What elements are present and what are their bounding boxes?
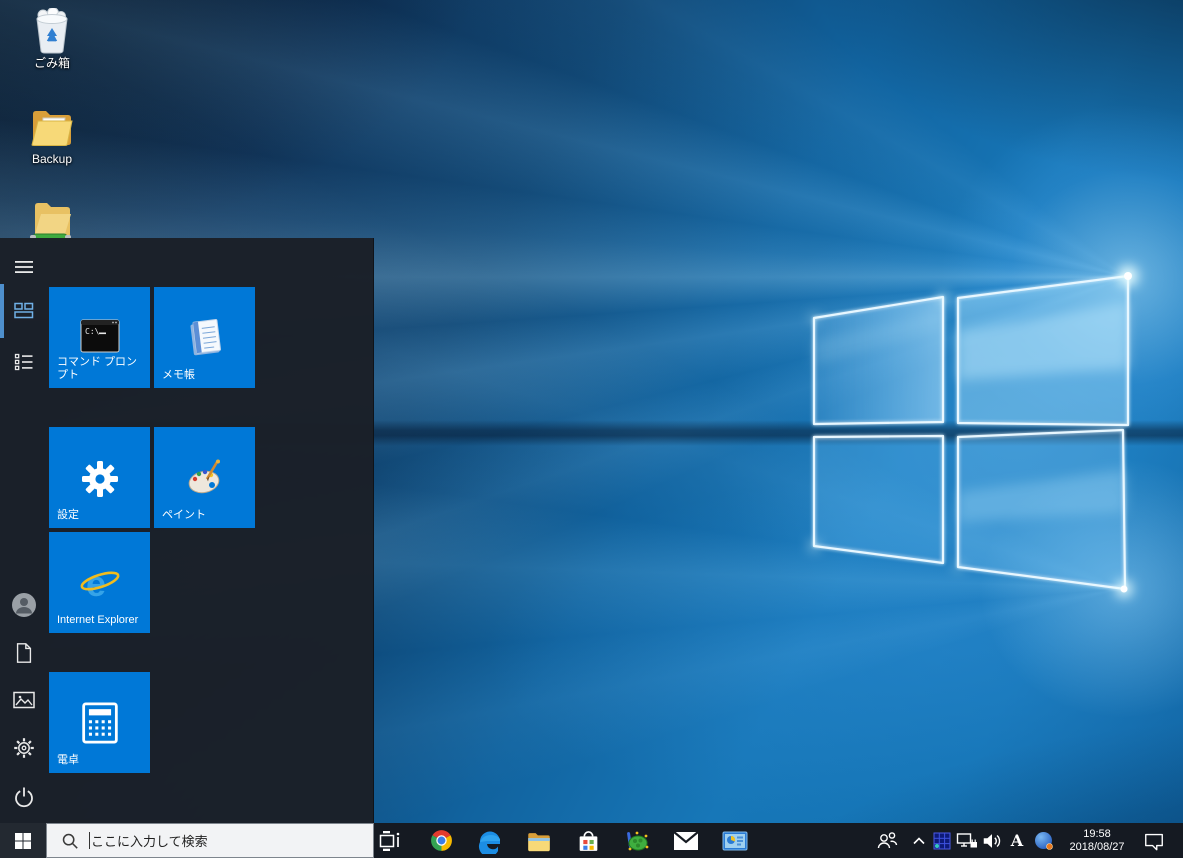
chevron-up-icon: [913, 836, 925, 844]
rail-pinned-tiles-button[interactable]: [6, 292, 42, 328]
tile-label: ペイント: [162, 509, 206, 521]
system-app-button[interactable]: [713, 823, 757, 858]
user-avatar-icon: [12, 593, 36, 617]
search-placeholder: ここに入力して検索: [91, 834, 208, 849]
file-explorer-icon: [528, 832, 550, 851]
desktop-screen: ごみ箱 Backup C:\ コマンド プロンプト メモ帳 設定 ペイント e …: [0, 0, 1183, 858]
rail-settings-button[interactable]: [6, 730, 42, 766]
rail-selected-indicator: [0, 284, 4, 338]
start-button[interactable]: [0, 823, 46, 858]
search-icon: [62, 833, 78, 849]
pinned-tiles-icon: [14, 302, 34, 319]
rail-all-apps-button[interactable]: [6, 344, 42, 380]
settings-gear-icon: [14, 738, 34, 758]
ime-mode-label: A: [1010, 831, 1024, 850]
calculator-icon: [81, 702, 118, 744]
globe-app-tray-button[interactable]: [1030, 823, 1058, 858]
tile-label: 電卓: [57, 754, 79, 766]
power-icon: [15, 787, 33, 808]
desktop-icon-label: ごみ箱: [33, 56, 70, 70]
file-explorer-button[interactable]: [517, 823, 561, 858]
network-icon: [956, 832, 977, 847]
text-caret: [89, 832, 90, 849]
ime-mode-indicator[interactable]: A: [1006, 823, 1028, 858]
tile-paint[interactable]: ペイント: [154, 427, 255, 528]
settings-gear-icon: [81, 461, 118, 497]
action-center-icon: [1145, 833, 1163, 850]
chrome-icon: [430, 830, 452, 851]
command-prompt-icon: C:\: [80, 319, 119, 353]
windows-start-icon: [15, 832, 31, 849]
people-button[interactable]: [873, 823, 901, 858]
desktop-icon-recycle-bin[interactable]: ごみ箱: [14, 8, 90, 70]
start-menu-rail: [0, 238, 48, 823]
mail-icon: [673, 830, 699, 850]
grid-app-tray-button[interactable]: [929, 823, 955, 858]
network-tray-button[interactable]: [954, 823, 980, 858]
rail-documents-button[interactable]: [6, 635, 42, 671]
taskbar-clock[interactable]: 19:58 2018/08/27: [1062, 823, 1132, 858]
turtle-app-button[interactable]: [615, 823, 659, 858]
tile-notepad[interactable]: メモ帳: [154, 287, 255, 388]
tile-label: メモ帳: [162, 369, 195, 381]
speaker-icon: [983, 833, 1001, 848]
rail-power-button[interactable]: [6, 779, 42, 815]
folder-icon: [31, 111, 73, 146]
tile-settings[interactable]: 設定: [49, 427, 150, 528]
start-menu-panel: C:\ コマンド プロンプト メモ帳 設定 ペイント e Internet Ex…: [0, 238, 374, 823]
task-view-button[interactable]: [368, 823, 412, 858]
turtle-app-icon: [627, 831, 649, 850]
tile-calculator[interactable]: 電卓: [49, 672, 150, 773]
rail-user-button[interactable]: [6, 587, 42, 623]
grid-app-icon: [933, 832, 951, 849]
clock-time: 19:58: [1083, 827, 1111, 840]
mail-button[interactable]: [664, 823, 708, 858]
edge-button[interactable]: [468, 823, 512, 858]
svg-text:C:\: C:\: [85, 327, 100, 336]
clock-date: 2018/08/27: [1069, 840, 1125, 853]
tile-command-prompt[interactable]: C:\ コマンド プロンプト: [49, 287, 150, 388]
chrome-button[interactable]: [419, 823, 463, 858]
tile-internet-explorer[interactable]: e Internet Explorer: [49, 532, 150, 633]
tile-label: 設定: [57, 509, 79, 521]
hamburger-icon: [15, 261, 33, 273]
microsoft-store-icon: [579, 830, 597, 851]
search-input[interactable]: ここに入力して検索: [46, 823, 374, 858]
tile-label: Internet Explorer: [57, 614, 139, 626]
rail-pictures-button[interactable]: [6, 682, 42, 718]
edge-icon: [478, 831, 500, 854]
taskbar: ここに入力して検索 A 19:58 2018/08/27: [0, 823, 1183, 858]
paint-palette-icon: [188, 459, 220, 494]
svg-text:e: e: [86, 563, 106, 604]
recycle-bin-icon: [36, 8, 68, 54]
action-center-button[interactable]: [1138, 823, 1170, 858]
notepad-icon: [189, 319, 221, 356]
system-app-icon: [722, 831, 748, 850]
tile-label: コマンド プロンプト: [57, 356, 138, 381]
all-apps-list-icon: [14, 353, 33, 371]
desktop-icon-backup-folder[interactable]: Backup: [14, 104, 90, 166]
task-view-icon: [379, 830, 400, 851]
people-icon: [877, 831, 898, 848]
internet-explorer-icon: e: [80, 563, 119, 604]
globe-app-icon: [1035, 831, 1053, 850]
microsoft-store-button[interactable]: [566, 823, 610, 858]
desktop-icon-label: Backup: [31, 152, 73, 166]
rail-menu-button[interactable]: [6, 249, 42, 285]
pictures-icon: [13, 691, 35, 709]
document-icon: [16, 643, 32, 663]
volume-tray-button[interactable]: [979, 823, 1005, 858]
show-hidden-icons-button[interactable]: [907, 823, 931, 858]
